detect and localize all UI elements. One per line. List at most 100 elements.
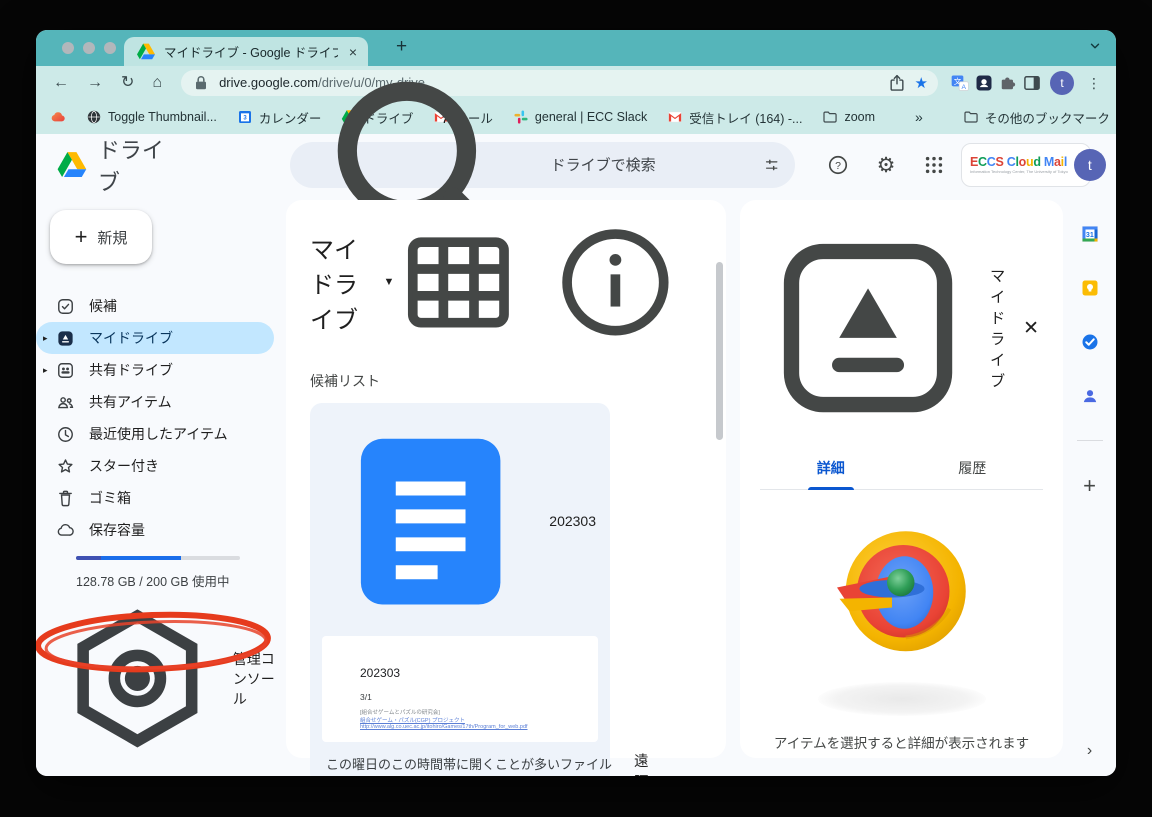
tab-search-chevron-icon[interactable] [1088, 39, 1102, 58]
browser-profile-avatar[interactable]: t [1050, 71, 1074, 95]
back-icon[interactable]: ← [46, 75, 76, 91]
share-icon[interactable] [887, 73, 907, 93]
folder-outline-icon [822, 109, 838, 125]
sidebar-item-label: 共有アイテム [89, 392, 172, 412]
suggestions-label: 候補リスト [310, 371, 706, 391]
svg-text:31: 31 [1085, 231, 1093, 239]
details-panel-title: マイドライブ [990, 265, 1005, 391]
sidebar-item-recent[interactable]: 最近使用したアイテム [36, 418, 274, 450]
forward-icon[interactable]: → [80, 75, 110, 91]
preview-title: 202303 [360, 666, 400, 680]
bookmark-item[interactable]: zoom [822, 109, 875, 125]
search-input[interactable] [549, 156, 752, 175]
drive-header: ドライブ ? ⚙ ECCS Cloud Mail Information Tec… [36, 134, 1116, 196]
browser-window: マイドライブ - Google ドライブ × + ← → ↻ ⌂ drive.g… [36, 30, 1116, 776]
calendar-app-icon[interactable]: 31 [1080, 224, 1100, 244]
tasks-icon[interactable] [1080, 332, 1100, 352]
sidebar-item-label: スター付き [89, 456, 159, 476]
sidebar-item-starred[interactable]: スター付き [36, 450, 274, 482]
bookmark-item[interactable]: 受信トレイ (164) -... [667, 108, 802, 127]
details-empty-text: アイテムを選択すると詳細が表示されます [760, 732, 1043, 752]
sidebar-item-shared-drives[interactable]: ▸共有ドライブ [36, 354, 274, 386]
drive-search-bar[interactable] [290, 142, 795, 188]
help-icon[interactable]: ? [827, 154, 849, 176]
strip-divider [1077, 440, 1103, 441]
expand-arrow-icon[interactable]: ▸ [43, 365, 48, 376]
drive-profile-avatar[interactable]: t [1074, 149, 1106, 181]
sidebar-item-trash[interactable]: ゴミ箱 [36, 482, 274, 514]
contacts-icon[interactable] [1080, 386, 1100, 406]
file-preview-thumbnail[interactable]: 202303 3/1 [組合せゲームとパズルの研究会] 組合せゲーム・パズル(C… [322, 636, 598, 742]
title-caret-down-icon[interactable]: ▼ [383, 276, 394, 288]
get-addons-plus-icon[interactable]: + [1083, 475, 1096, 497]
close-icon[interactable]: ✕ [1019, 317, 1043, 340]
suggested-file-name: 202303 [549, 513, 596, 529]
home-icon[interactable]: ⌂ [145, 75, 169, 91]
svg-text:A: A [962, 84, 967, 91]
page-title[interactable]: マイドライブ [310, 230, 375, 335]
svg-text:?: ? [835, 160, 841, 172]
other-bookmarks-folder[interactable]: その他のブックマーク [963, 108, 1110, 127]
my-drive-outline-icon [760, 220, 976, 436]
sidebar-item-label: マイドライブ [89, 328, 173, 348]
keep-icon[interactable] [1080, 278, 1100, 298]
illustration-shadow [818, 682, 986, 716]
sidebar-item-shared-items[interactable]: 共有アイテム [36, 386, 274, 418]
extensions-puzzle-icon[interactable] [998, 73, 1018, 93]
preview-link: 組合せゲーム・パズル(CGP) プロジェクト [360, 716, 465, 724]
drive-wordmark: ドライブ [98, 133, 178, 197]
url-host: drive.google.com [219, 75, 318, 90]
browser-toolbar: ← → ↻ ⌂ drive.google.com/drive/u/0/my-dr… [36, 66, 1116, 100]
new-button[interactable]: + 新規 [50, 210, 152, 264]
settings-gear-icon[interactable]: ⚙ [875, 154, 897, 176]
eccs-account-badge[interactable]: ECCS Cloud Mail Information Technology C… [961, 143, 1091, 187]
address-bar[interactable]: drive.google.com/drive/u/0/my-drive ★ [181, 70, 938, 96]
lock-icon [191, 73, 211, 93]
new-button-label: 新規 [97, 227, 127, 248]
bookmark-label: zoom [844, 110, 875, 124]
details-panel: マイドライブ ✕ 詳細 履歴 [740, 200, 1063, 758]
workspace-side-strip: 31 + › [1063, 196, 1116, 776]
grid-view-icon[interactable] [394, 218, 523, 347]
preview-date: 3/1 [360, 692, 372, 702]
bookmark-item[interactable]: Toggle Thumbnail... [86, 109, 217, 125]
empty-state-illustration [827, 520, 977, 670]
tab-activity[interactable]: 履歴 [902, 458, 1044, 489]
sidebar-item-suggestions[interactable]: 候補 [36, 290, 274, 322]
shared-drives-icon [56, 361, 75, 380]
bookmarks-overflow-chevron[interactable]: » [915, 109, 923, 125]
admin-console-label: 管理コンソール [233, 649, 286, 709]
suggested-file-card[interactable]: 202303 202303 3/1 [組合せゲームとパズルの研究会] 組合せゲー… [310, 403, 610, 776]
preview-link: http://www.alg.co.uec.ac.jp/itohiro/Game… [360, 724, 528, 730]
scrollbar-thumb[interactable] [716, 262, 723, 440]
sidebar-item-admin-console[interactable]: 管理コンソール [56, 597, 286, 760]
side-panel-icon[interactable] [1022, 73, 1042, 93]
reload-icon[interactable]: ↻ [114, 75, 141, 91]
minimize-window-button[interactable] [83, 42, 95, 54]
info-icon[interactable] [551, 218, 680, 347]
extension-app-icon[interactable] [974, 73, 994, 93]
plus-icon: + [75, 224, 88, 250]
trash-icon [56, 489, 75, 508]
search-options-tune-icon[interactable] [764, 155, 779, 175]
google-apps-grid-icon[interactable] [923, 154, 945, 176]
bookmark-star-icon[interactable]: ★ [915, 74, 928, 92]
other-bookmarks-label: その他のブックマーク [985, 108, 1110, 127]
maximize-window-button[interactable] [104, 42, 116, 54]
details-tabs: 詳細 履歴 [760, 458, 1043, 490]
browser-menu-icon[interactable]: ⋮ [1082, 75, 1106, 92]
eccs-badge-subtitle: Information Technology Center, The Unive… [970, 170, 1068, 174]
bookmark-item[interactable] [50, 109, 66, 125]
sidebar-item-label: ゴミ箱 [89, 488, 131, 508]
tab-details[interactable]: 詳細 [760, 458, 902, 489]
file-name: 遠隔会議システム技術審査委員会 [634, 750, 652, 776]
close-window-button[interactable] [62, 42, 74, 54]
bookmark-label: 受信トレイ (164) -... [689, 108, 802, 127]
sidebar-item-my-drive[interactable]: ▸ マイドライブ [36, 322, 274, 354]
expand-arrow-icon[interactable]: ▸ [43, 333, 48, 344]
bookmarks-bar: Toggle Thumbnail...3カレンダードライブ7メールgeneral… [36, 100, 1116, 134]
drive-logo[interactable]: ドライブ [36, 133, 178, 197]
translate-icon[interactable]: 文A [950, 73, 970, 93]
collapse-panel-chevron-icon[interactable]: › [1087, 742, 1092, 760]
sidebar-item-storage[interactable]: 保存容量 [36, 514, 274, 546]
